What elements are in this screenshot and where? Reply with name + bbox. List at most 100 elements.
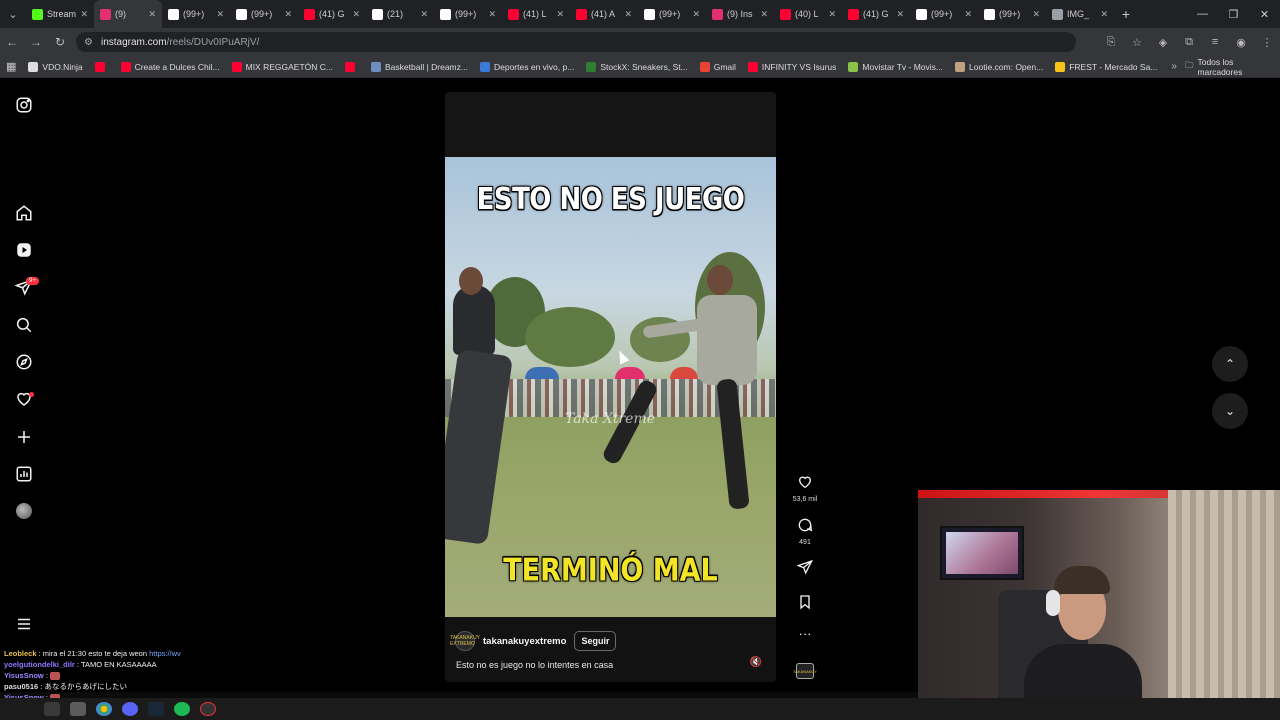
comment-button[interactable]: 491 <box>790 517 820 546</box>
tab-close-icon[interactable]: ✕ <box>896 9 904 20</box>
bookmark-item[interactable]: StockX: Sneakers, St... <box>580 61 693 72</box>
reload-icon[interactable]: ↻ <box>48 28 72 56</box>
extension-icon[interactable]: ◈ <box>1150 36 1176 49</box>
tab-close-icon[interactable]: ✕ <box>1032 9 1040 20</box>
explore-compass-icon[interactable] <box>14 352 34 372</box>
browser-tab[interactable]: (99+) ✕ <box>910 0 978 28</box>
tab-close-icon[interactable]: ✕ <box>964 9 972 20</box>
tab-close-icon[interactable]: ✕ <box>624 9 632 20</box>
bookmark-item[interactable]: Create a Dulces Chil... <box>115 61 226 72</box>
spotify-icon[interactable] <box>174 702 190 716</box>
obs-icon[interactable] <box>200 702 216 716</box>
media-control-icon[interactable]: ≡ <box>1202 36 1228 49</box>
browser-tab[interactable]: (99+) ✕ <box>162 0 230 28</box>
browser-tab[interactable]: (99+) ✕ <box>230 0 298 28</box>
audio-thumbnail[interactable]: TAKANAKUY <box>793 663 817 679</box>
follow-button[interactable]: Seguir <box>574 631 617 651</box>
restore-icon[interactable]: ❐ <box>1218 8 1249 21</box>
chrome-icon[interactable] <box>96 702 112 716</box>
tab-close-icon[interactable]: ✕ <box>420 9 428 20</box>
tab-close-icon[interactable]: ✕ <box>556 9 564 20</box>
instagram-logo-icon[interactable] <box>14 95 34 115</box>
browser-tab[interactable]: (99+) ✕ <box>434 0 502 28</box>
browser-tab[interactable]: (99+) ✕ <box>638 0 706 28</box>
share-button[interactable] <box>790 559 820 580</box>
minimize-icon[interactable]: — <box>1187 8 1218 21</box>
author-avatar[interactable]: TAKANAKUY EXTREMO <box>450 631 480 651</box>
tab-close-icon[interactable]: ✕ <box>80 9 88 20</box>
menu-kebab-icon[interactable]: ⋮ <box>1254 36 1280 49</box>
author-username[interactable]: takanakuyextremo <box>483 636 566 647</box>
profile-avatar[interactable] <box>16 503 32 519</box>
browser-tab[interactable]: IMG_ ✕ <box>1046 0 1114 28</box>
url-field[interactable]: ⚙ instagram.com/reels/DUv0IPuARjV/ <box>76 32 1076 52</box>
dashboard-icon[interactable] <box>14 464 34 484</box>
bookmark-item[interactable]: MIX REGGAETÓN C... <box>226 61 339 72</box>
like-button[interactable]: 53,6 mil <box>790 474 820 503</box>
share-send-icon[interactable] <box>796 559 813 575</box>
bookmark-item[interactable] <box>89 61 115 72</box>
tab-search-chevron-icon[interactable]: ⌄ <box>0 0 26 28</box>
tab-close-icon[interactable]: ✕ <box>216 9 224 20</box>
bookmark-item[interactable]: Movistar Tv - Movis... <box>842 61 949 72</box>
browser-tab[interactable]: (41) L ✕ <box>502 0 570 28</box>
reel-video[interactable]: ESTO NO ES JUEGO Taka Xtreme TERMINÓ MAL <box>445 157 776 617</box>
bookmark-item[interactable] <box>339 61 365 72</box>
install-app-icon[interactable]: ⎘ <box>1098 36 1124 49</box>
bookmark-star-icon[interactable]: ☆ <box>1124 36 1150 49</box>
browser-tab[interactable]: (40) L ✕ <box>774 0 842 28</box>
bookmark-item[interactable]: FREST - Mercado Sa... <box>1049 61 1163 72</box>
browser-tab[interactable]: (21) ✕ <box>366 0 434 28</box>
bookmarks-overflow-icon[interactable]: » <box>1163 61 1185 72</box>
forward-icon[interactable]: → <box>24 28 48 56</box>
close-window-icon[interactable]: ✕ <box>1249 8 1280 21</box>
browser-tab[interactable]: (9) ✕ <box>94 0 162 28</box>
bookmark-item[interactable]: Lootie.com: Open... <box>949 61 1049 72</box>
browser-tab[interactable]: (41) G ✕ <box>298 0 366 28</box>
mute-speaker-icon[interactable]: 🔇 <box>750 657 762 668</box>
browser-tab[interactable]: (99+) ✕ <box>978 0 1046 28</box>
comment-bubble-icon[interactable] <box>797 517 813 533</box>
bookmark-item[interactable]: Basketball | Dreamz... <box>365 61 474 72</box>
chat-link[interactable]: https://wv <box>149 649 181 658</box>
search-icon[interactable] <box>14 315 34 335</box>
steam-icon[interactable] <box>148 702 164 716</box>
tab-close-icon[interactable]: ✕ <box>760 9 768 20</box>
tab-close-icon[interactable]: ✕ <box>148 9 156 20</box>
tab-close-icon[interactable]: ✕ <box>1100 9 1108 20</box>
bookmark-item[interactable]: Deportes en vivo, p... <box>474 61 580 72</box>
tab-close-icon[interactable]: ✕ <box>284 9 292 20</box>
bookmark-save-icon[interactable] <box>797 594 813 610</box>
next-reel-chevron-down-icon[interactable]: ⌄ <box>1212 393 1248 429</box>
start-icon[interactable] <box>44 702 60 716</box>
all-bookmarks-folder[interactable]: 🗀 Todos los marcadores <box>1185 57 1280 77</box>
create-plus-icon[interactable] <box>14 427 34 447</box>
more-menu-icon[interactable] <box>14 614 34 634</box>
bookmark-item[interactable]: VDO.Ninja <box>22 61 88 72</box>
tab-close-icon[interactable]: ✕ <box>488 9 496 20</box>
browser-tab[interactable]: (41) A ✕ <box>570 0 638 28</box>
site-info-icon[interactable]: ⚙ <box>84 37 93 48</box>
bookmark-item[interactable]: INFINITY VS Isurus <box>742 61 842 72</box>
tab-close-icon[interactable]: ✕ <box>828 9 836 20</box>
browser-tab[interactable]: (9) Ins ✕ <box>706 0 774 28</box>
back-icon[interactable]: ← <box>0 28 24 56</box>
file-explorer-icon[interactable] <box>70 702 86 716</box>
previous-reel-chevron-up-icon[interactable]: ⌃ <box>1212 346 1248 382</box>
save-button[interactable] <box>790 594 820 615</box>
home-icon[interactable] <box>14 203 34 223</box>
tab-close-icon[interactable]: ✕ <box>692 9 700 20</box>
tab-close-icon[interactable]: ✕ <box>352 9 360 20</box>
extensions-puzzle-icon[interactable]: ⧉ <box>1176 36 1202 49</box>
apps-grid-icon[interactable]: ▦ <box>0 60 22 73</box>
new-tab-button[interactable]: + <box>1114 6 1138 22</box>
more-options-icon[interactable]: ··· <box>790 626 820 641</box>
profile-icon[interactable]: ◉ <box>1228 36 1254 49</box>
reels-icon[interactable] <box>14 240 34 260</box>
discord-icon[interactable] <box>122 702 138 716</box>
reel-description[interactable]: Esto no es juego no lo intentes en casa <box>456 660 613 670</box>
bookmark-item[interactable]: Gmail <box>694 61 742 72</box>
browser-tab[interactable]: Stream ✕ <box>26 0 94 28</box>
browser-tab[interactable]: (41) G ✕ <box>842 0 910 28</box>
like-heart-icon[interactable] <box>797 474 813 490</box>
